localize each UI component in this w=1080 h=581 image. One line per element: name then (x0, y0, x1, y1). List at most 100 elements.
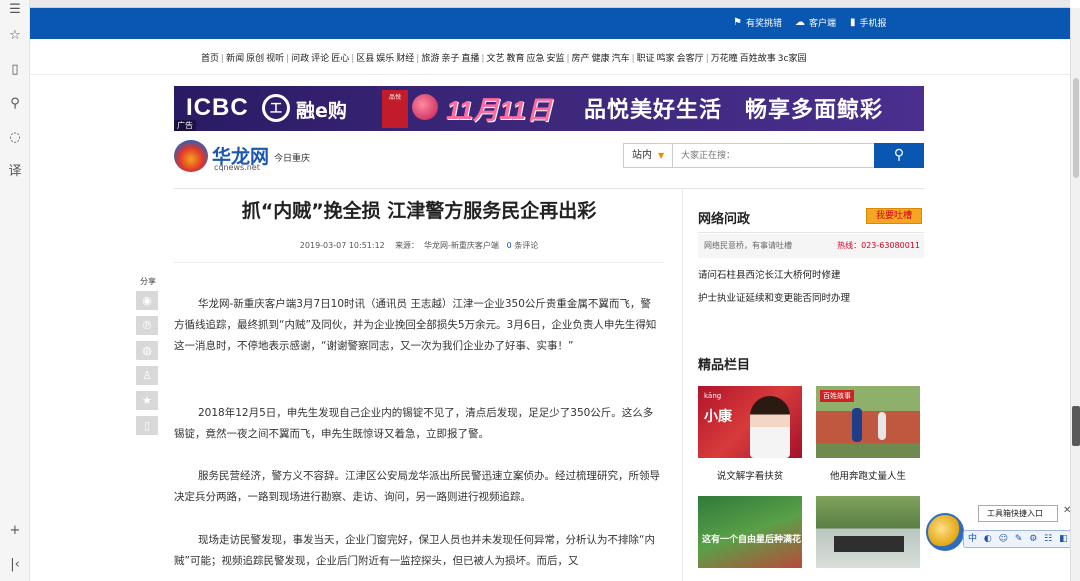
phone-icon: ▮ (850, 17, 856, 28)
comment-count[interactable]: 0 (507, 241, 512, 250)
article-datetime: 2019-03-07 10:51:12 (299, 241, 385, 250)
nav-link[interactable]: 教育 (506, 54, 524, 64)
content-divider (174, 188, 924, 189)
nav-link[interactable]: 首页 (201, 54, 219, 64)
report-error-link[interactable]: ⚑ 有奖挑错 (733, 16, 782, 29)
nav-link[interactable]: 安监 (546, 54, 564, 64)
qq-icon[interactable]: ♙ (136, 366, 158, 385)
article-title: 抓“内贼”挽全损 江津警方服务民企再出彩 (241, 200, 597, 222)
flag-icon: ⚑ (733, 17, 742, 28)
nav-link[interactable]: 会客厅 (677, 54, 704, 64)
article-paragraph: 服务民营经济，警方义不容辞。江津区公安局龙华派出所民警迅速立案侦办。经过梳理研究… (174, 470, 660, 503)
cloud-icon: ☁ (795, 17, 805, 28)
favorites-star-icon[interactable]: ☆ (7, 28, 23, 44)
menu-icon[interactable]: ☰ (7, 2, 23, 18)
nav-link[interactable]: 房产 (572, 54, 590, 64)
dragon-logo-icon (174, 140, 208, 172)
nav-link[interactable]: 万花瞳 (711, 54, 738, 64)
nav-link[interactable]: 财经 (396, 54, 414, 64)
banner-ad[interactable]: ICBC 工 融e购 品悦 11月11日 品悦美好生活 畅享多面鲸彩 广告 (174, 86, 924, 131)
nav-link[interactable]: 百姓故事 (740, 54, 776, 64)
browser-sidebar: ☰ ☆ ▯ ⚲ ◌ 译 + |‹ (0, 0, 30, 581)
search-icon: ⚲ (893, 147, 905, 163)
program-caption[interactable]: 他用奔跑丈量人生 (816, 468, 920, 482)
chat-bubble-icon[interactable]: ◌ (7, 130, 23, 146)
toolbox-orb-icon[interactable] (926, 513, 964, 551)
search-bar: 站内▼ ⚲ (623, 143, 924, 168)
share-label: 分享 (140, 277, 156, 286)
nav-link[interactable]: 原创 (246, 54, 264, 64)
nav-link[interactable]: 新闻 (226, 54, 244, 64)
nav-separator: | (286, 54, 290, 64)
pinterest-icon[interactable]: ℗ (136, 316, 158, 335)
nav-separator: | (221, 54, 225, 64)
nav-link[interactable]: 评论 (311, 54, 329, 64)
runner-image (878, 412, 886, 440)
add-icon[interactable]: + (7, 523, 23, 539)
top-bar: ⚑ 有奖挑错 ☁ 客户端 ▮ 手机报 (30, 8, 1070, 39)
comment-label[interactable]: 条评论 (514, 241, 538, 250)
article-source[interactable]: 华龙网-新重庆客户端 (424, 241, 499, 250)
qzone-star-icon[interactable]: ★ (136, 391, 158, 410)
thumb-title: 小康 (704, 409, 732, 425)
nav-link[interactable]: 文艺 (486, 54, 504, 64)
toolbox-popup[interactable]: 工具箱快捷入口 (978, 505, 1058, 522)
program-thumbnail[interactable]: 这有一个自由星后种满花 (698, 496, 802, 568)
nav-separator: | (705, 54, 709, 64)
translate-icon[interactable]: 译 (7, 164, 23, 180)
toolbox-bar[interactable]: 中 ◐ ☺ ✎ ⚙ ☷ ◧ (963, 530, 1078, 548)
search-icon[interactable]: ⚲ (7, 96, 23, 112)
nav-separator: | (566, 54, 570, 64)
nav-separator: | (481, 54, 485, 64)
nav-link[interactable]: 3c家园 (778, 54, 807, 64)
promo-date: 11月11日 (446, 95, 552, 125)
question-link[interactable]: 请问石柱县西沱长江大桥何时修建 (698, 267, 841, 281)
thumb-pinyin: kāng (704, 392, 722, 400)
nav-link[interactable]: 职证 (637, 54, 655, 64)
icbc-brand: ICBC (186, 94, 249, 121)
mobile-paper-link[interactable]: ▮ 手机报 (850, 16, 887, 29)
nav-link[interactable]: 旅游 (421, 54, 439, 64)
search-button[interactable]: ⚲ (874, 143, 924, 168)
thumb-text: 这有一个自由星后种满花 (702, 535, 802, 545)
reading-book-icon[interactable]: ▯ (7, 62, 23, 78)
nav-link[interactable]: 亲子 (441, 54, 459, 64)
nav-link[interactable]: 鸣家 (657, 54, 675, 64)
client-app-link[interactable]: ☁ 客户端 (795, 16, 836, 29)
article-paragraph: 现场走访民警发现，事发当天，企业门窗完好，保卫人员也并未发现任何异常，分析认为不… (174, 534, 655, 567)
promo-slogan: 品悦美好生活 畅享多面鲸彩 (584, 98, 884, 123)
chevron-down-icon: ▼ (658, 151, 665, 160)
weibo-icon[interactable]: ◉ (136, 291, 158, 310)
jingpin-title: 精品栏目 (698, 358, 751, 373)
nav-link[interactable]: 健康 (592, 54, 610, 64)
mobile-share-icon[interactable]: ▯ (136, 416, 158, 435)
program-thumbnail[interactable] (816, 496, 920, 568)
scrollbar-thumb[interactable] (1073, 78, 1079, 178)
wechat-icon[interactable]: ◍ (136, 341, 158, 360)
nav-link[interactable]: 视听 (266, 54, 284, 64)
product-name: 融e购 (296, 100, 347, 122)
nav-link[interactable]: 应急 (526, 54, 544, 64)
program-thumbnail[interactable]: 百姓故事 (816, 386, 920, 458)
channel-links: 首页 | 新闻 原创 视听 | 问政 评论 匠心 | 区县 娱乐 财经 | 旅游 亲子 直播 | 文艺 教育 应急 安监 |… (200, 51, 807, 64)
share-panel: 分享 ◉ ℗ ◍ ♙ ★ ▯ (136, 276, 160, 441)
ad-label: 广告 (174, 120, 196, 131)
article-paragraph: 华龙网-新重庆客户端3月7日10时讯（通讯员 王志越）江津一企业350公斤贵重金… (174, 298, 657, 352)
nav-link[interactable]: 区县 (356, 54, 374, 64)
program-thumbnail[interactable]: kāng 小康 (698, 386, 802, 458)
tucao-button[interactable]: 我要吐槽 (866, 208, 922, 224)
nav-link[interactable]: 娱乐 (376, 54, 394, 64)
nav-link[interactable]: 问政 (291, 54, 309, 64)
search-input[interactable] (672, 143, 875, 168)
program-caption[interactable]: 说文解字看扶贫 (698, 468, 802, 482)
page-scrollbar[interactable] (1070, 8, 1080, 581)
nav-link[interactable]: 匠心 (331, 54, 349, 64)
nav-link[interactable]: 直播 (461, 54, 479, 64)
question-link[interactable]: 护士执业证延续和变更能否同时办理 (698, 290, 850, 304)
collapse-icon[interactable]: |‹ (7, 557, 23, 573)
nav-link[interactable]: 汽车 (612, 54, 630, 64)
search-scope-select[interactable]: 站内 ▼ (623, 143, 673, 168)
column-divider (682, 188, 683, 581)
city-label[interactable]: 今日重庆 (274, 151, 310, 164)
nav-separator: | (631, 54, 635, 64)
